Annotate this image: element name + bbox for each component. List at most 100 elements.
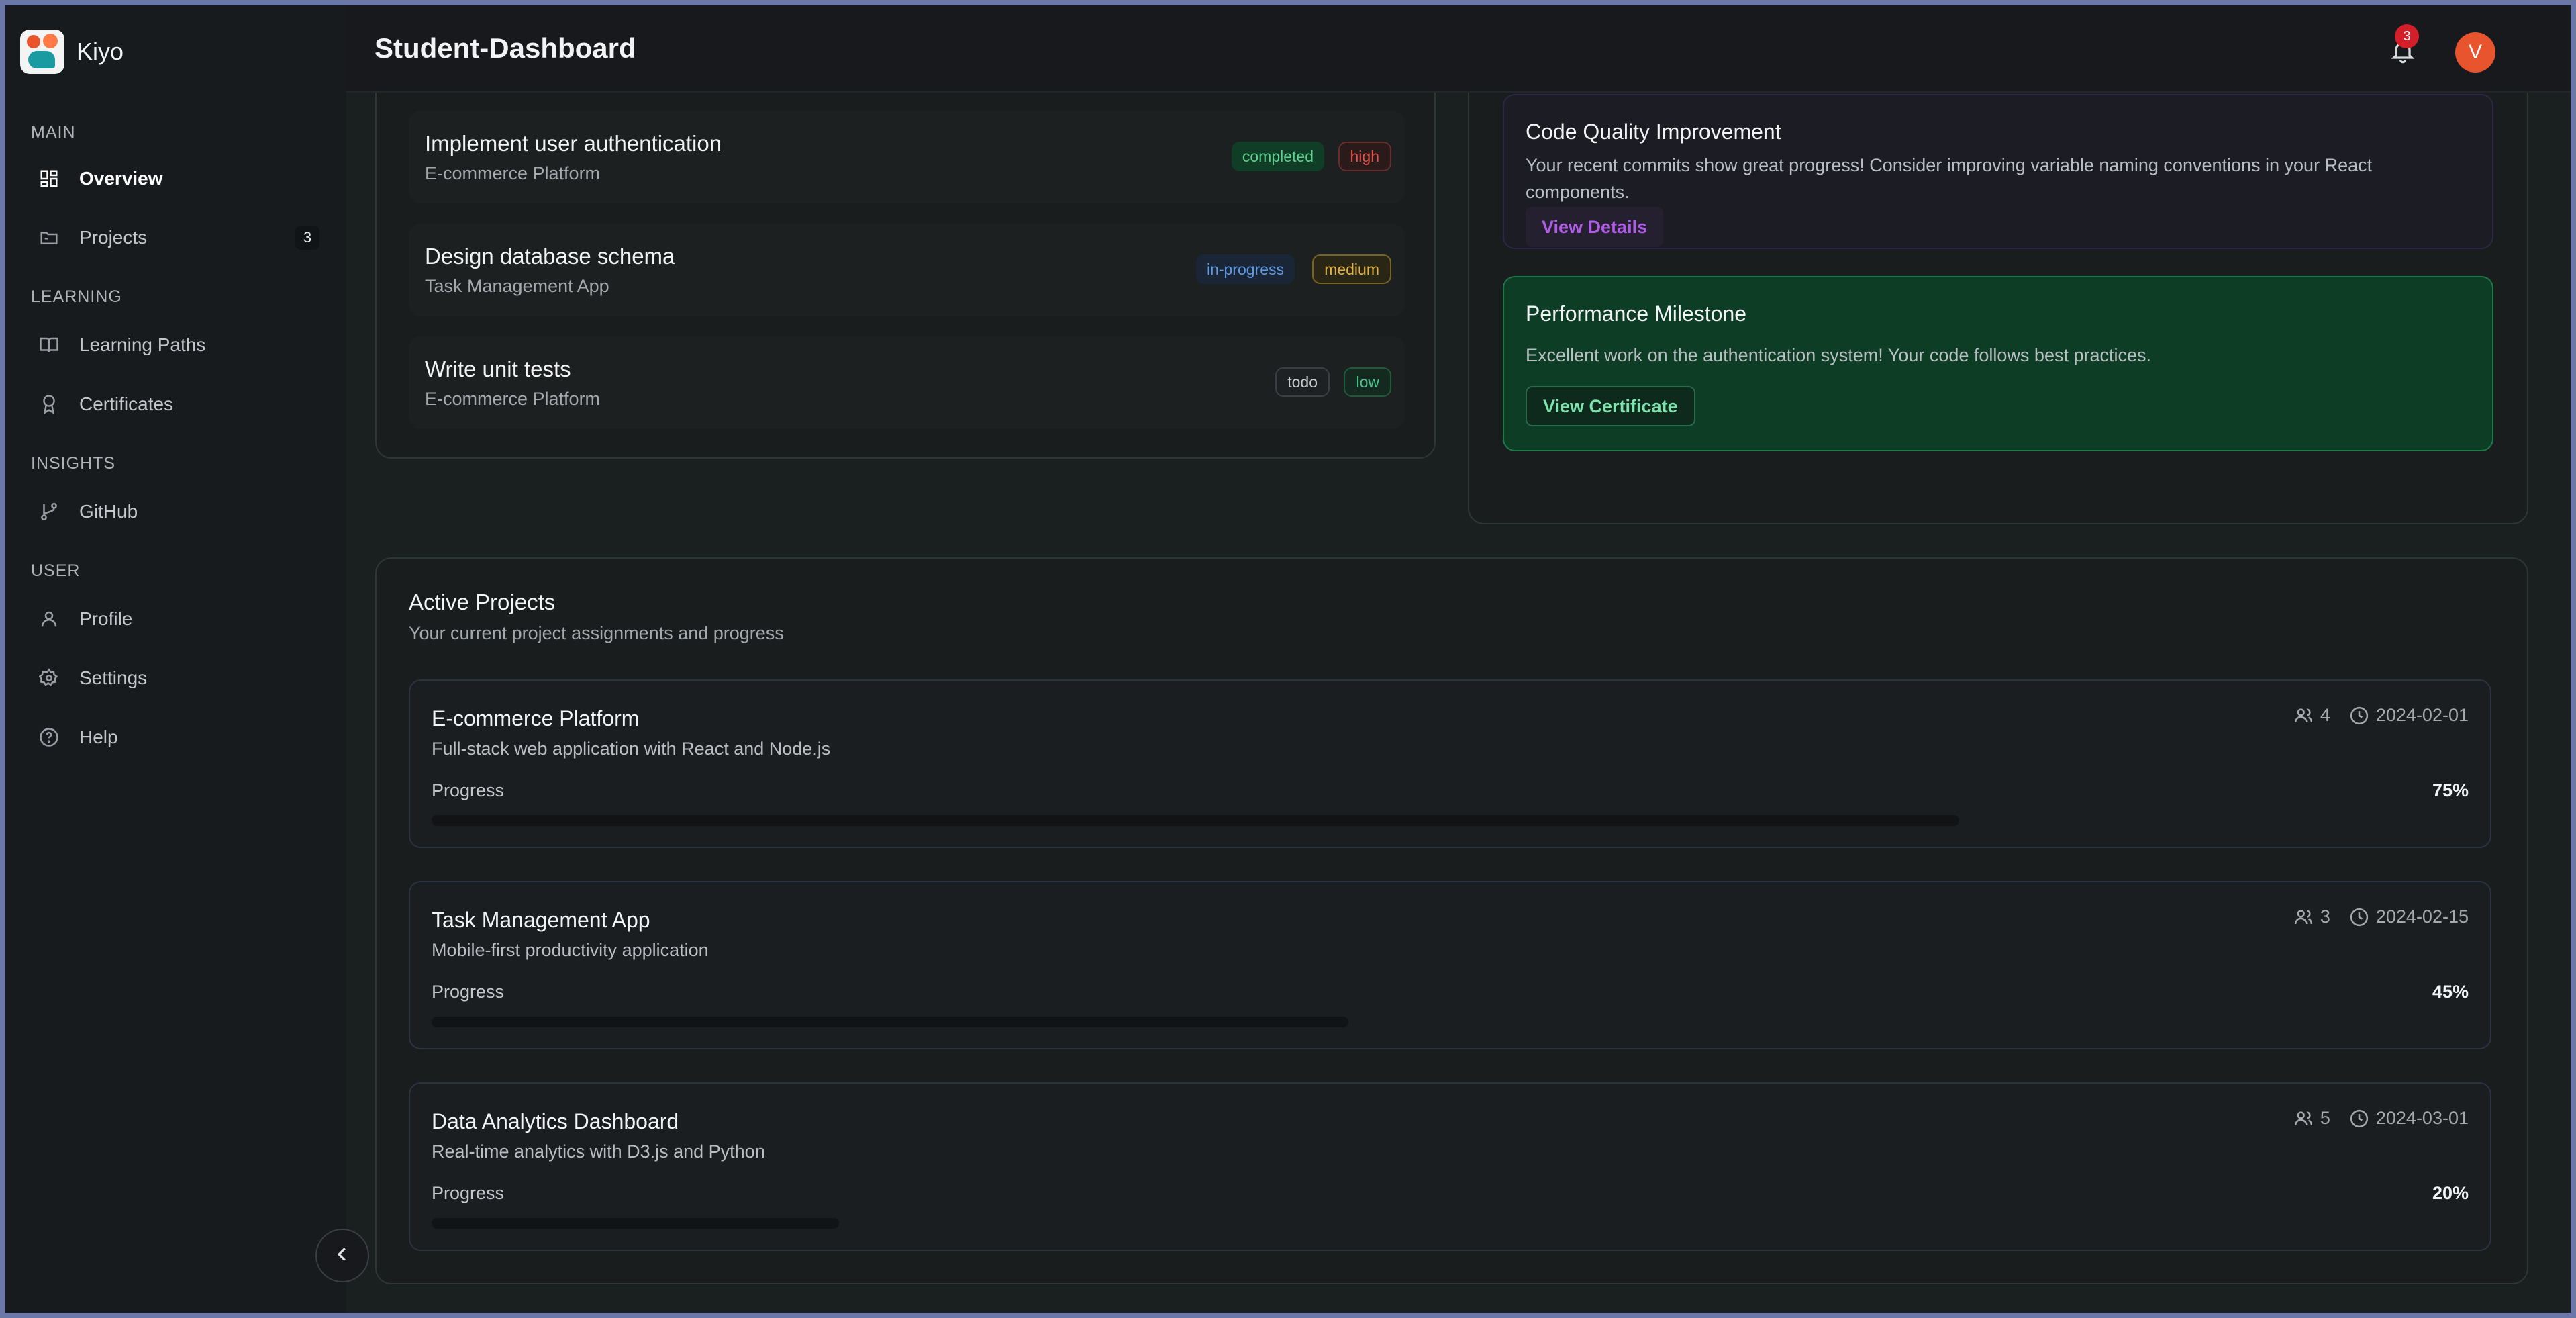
- member-count: 5: [2320, 1108, 2330, 1128]
- section-title: Active Projects: [409, 590, 556, 614]
- section-main: MAIN: [31, 123, 76, 142]
- sidebar-item-settings[interactable]: Settings: [38, 658, 319, 698]
- collapse-sidebar-button[interactable]: [315, 1229, 369, 1282]
- feedback-card: Code Quality Improvement Your recent com…: [1468, 93, 2528, 524]
- progress-label: Progress: [432, 982, 505, 1002]
- due-date: 2024-02-01: [2375, 705, 2469, 725]
- sidebar-item-profile[interactable]: Profile: [38, 599, 319, 639]
- feedback-text: Excellent work on the authentication sys…: [1526, 345, 2152, 365]
- progress-percent: 75%: [2432, 780, 2469, 800]
- task-project: E-commerce Platform: [425, 389, 601, 409]
- page-title: Student-Dashboard: [375, 32, 636, 64]
- project-meta: 5 2024-03-01: [2293, 1108, 2469, 1129]
- feedback-title: Code Quality Improvement: [1526, 120, 1781, 144]
- sidebar-item-label: Profile: [79, 608, 133, 629]
- view-details-button[interactable]: View Details: [1526, 207, 1664, 247]
- project-card[interactable]: Data Analytics Dashboard Real-time analy…: [409, 1082, 2491, 1251]
- feedback-item: Code Quality Improvement Your recent com…: [1503, 94, 2493, 249]
- sidebar-item-label: Overview: [79, 168, 163, 189]
- status-badge: todo: [1275, 367, 1330, 397]
- dashboard-icon: [38, 167, 60, 190]
- sidebar-item-label: GitHub: [79, 501, 138, 522]
- feedback-title: Performance Milestone: [1526, 301, 1747, 326]
- project-name: E-commerce Platform: [432, 706, 640, 731]
- progress-percent: 20%: [2432, 1183, 2469, 1203]
- active-projects-card: Active Projects Your current project ass…: [375, 557, 2528, 1284]
- priority-badge: low: [1344, 367, 1391, 397]
- brand-name: Kiyo: [77, 38, 124, 65]
- sidebar-item-label: Learning Paths: [79, 334, 206, 355]
- book-icon: [38, 334, 60, 357]
- sidebar-item-label: Certificates: [79, 393, 174, 414]
- clock-icon: [2349, 1109, 2369, 1129]
- section-user: USER: [31, 561, 81, 580]
- gear-icon: [38, 667, 60, 690]
- progress-bar-fill: [432, 1218, 839, 1229]
- tasks-card: Implement user authentication E-commerce…: [375, 93, 1436, 459]
- users-icon: [2293, 1109, 2314, 1129]
- feedback-item: Performance Milestone Excellent work on …: [1503, 276, 2493, 451]
- users-icon: [2293, 706, 2314, 726]
- project-meta: 3 2024-02-15: [2293, 906, 2469, 927]
- notification-count-badge: 3: [2395, 24, 2419, 48]
- task-title: Implement user authentication: [425, 131, 722, 156]
- progress-percent: 45%: [2432, 982, 2469, 1002]
- task-item[interactable]: Design database schema Task Management A…: [409, 224, 1405, 316]
- avatar[interactable]: V: [2455, 32, 2495, 73]
- due-date: 2024-02-15: [2375, 906, 2469, 927]
- project-name: Data Analytics Dashboard: [432, 1109, 679, 1133]
- priority-badge: medium: [1312, 254, 1391, 284]
- git-branch-icon: [38, 500, 60, 523]
- clock-icon: [2349, 907, 2369, 927]
- member-count: 4: [2320, 705, 2330, 725]
- project-card[interactable]: E-commerce Platform Full-stack web appli…: [409, 679, 2491, 848]
- sidebar-item-label: Help: [79, 726, 118, 747]
- status-badge: in-progress: [1195, 254, 1295, 284]
- task-item[interactable]: Implement user authentication E-commerce…: [409, 111, 1405, 203]
- task-title: Design database schema: [425, 244, 675, 269]
- brand[interactable]: Kiyo: [20, 28, 123, 75]
- sidebar-item-overview[interactable]: Overview: [38, 158, 319, 199]
- progress-bar-fill: [432, 815, 1960, 826]
- award-icon: [38, 393, 60, 416]
- section-subtitle: Your current project assignments and pro…: [409, 623, 784, 643]
- section-insights: INSIGHTS: [31, 454, 116, 473]
- progress-label: Progress: [432, 780, 505, 800]
- sidebar: Kiyo MAIN Overview Projects 3 LEARNING L…: [5, 5, 346, 1313]
- member-count: 3: [2320, 906, 2330, 927]
- project-meta: 4 2024-02-01: [2293, 705, 2469, 726]
- progress-bar: [432, 815, 2469, 826]
- due-date: 2024-03-01: [2375, 1108, 2469, 1128]
- main-content: Implement user authentication E-commerce…: [346, 93, 2571, 1313]
- user-icon: [38, 608, 60, 630]
- sidebar-item-github[interactable]: GitHub: [38, 491, 319, 532]
- priority-badge: high: [1338, 142, 1391, 171]
- progress-bar-fill: [432, 1017, 1348, 1027]
- project-description: Real-time analytics with D3.js and Pytho…: [432, 1141, 765, 1162]
- sidebar-item-certificates[interactable]: Certificates: [38, 384, 319, 424]
- project-description: Mobile-first productivity application: [432, 940, 709, 960]
- top-header: Student-Dashboard 3 V: [346, 5, 2571, 93]
- task-project: Task Management App: [425, 276, 609, 296]
- status-badge: completed: [1231, 142, 1324, 171]
- users-icon: [2293, 907, 2314, 927]
- projects-count-badge: 3: [295, 226, 319, 250]
- task-project: E-commerce Platform: [425, 163, 601, 183]
- sidebar-item-help[interactable]: Help: [38, 717, 319, 757]
- project-description: Full-stack web application with React an…: [432, 739, 831, 759]
- progress-bar: [432, 1017, 2469, 1027]
- help-icon: [38, 726, 60, 749]
- project-name: Task Management App: [432, 908, 650, 932]
- sidebar-item-learning-paths[interactable]: Learning Paths: [38, 325, 319, 365]
- progress-label: Progress: [432, 1183, 505, 1203]
- sidebar-item-projects[interactable]: Projects 3: [38, 218, 319, 258]
- sidebar-item-label: Projects: [79, 227, 148, 248]
- task-title: Write unit tests: [425, 357, 571, 381]
- project-card[interactable]: Task Management App Mobile-first product…: [409, 881, 2491, 1049]
- section-learning: LEARNING: [31, 287, 122, 306]
- task-item[interactable]: Write unit tests E-commerce Platform tod…: [409, 336, 1405, 429]
- clock-icon: [2349, 706, 2369, 726]
- chevron-left-icon: [332, 1244, 352, 1268]
- view-certificate-button[interactable]: View Certificate: [1526, 386, 1695, 426]
- feedback-text: Your recent commits show great progress!…: [1526, 155, 2373, 202]
